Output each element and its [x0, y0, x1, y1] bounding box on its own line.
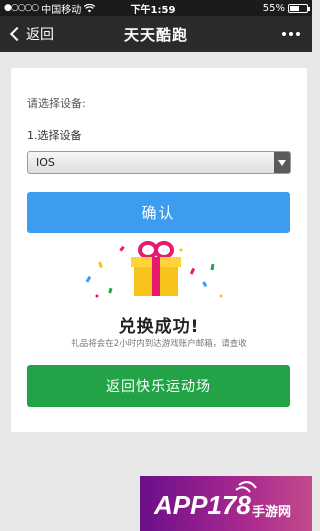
- page-title: 天天酷跑: [123, 25, 188, 44]
- back-label: 返回: [26, 27, 54, 43]
- chevron-left-icon: [9, 26, 25, 42]
- dropdown-arrow-icon: [274, 152, 290, 173]
- more-dots-icon: [296, 32, 300, 36]
- nav-bar: 返回 天天酷跑: [0, 16, 312, 52]
- status-left: ●○○○○ 中国移动: [4, 1, 114, 16]
- more-dots-icon: [282, 32, 286, 36]
- more-dots-icon: [289, 32, 293, 36]
- return-button[interactable]: 返回快乐运动场: [27, 365, 290, 407]
- more-button[interactable]: [232, 16, 312, 52]
- battery-fill: [290, 5, 299, 11]
- confirm-button[interactable]: 确认: [27, 192, 290, 233]
- success-title: 兑换成功!: [118, 317, 200, 337]
- device-select[interactable]: IOS: [27, 151, 291, 174]
- content-card: 请选择设备: 1.选择设备 IOS 确认 兑换成功! 礼品将会在2小时内到达游戏…: [11, 68, 307, 432]
- gift-box-icon: [85, 241, 223, 298]
- watermark-logo-image: APP178 手游网: [153, 481, 291, 520]
- watermark-logo: APP178 手游网: [140, 476, 312, 531]
- back-button[interactable]: 返回: [0, 16, 80, 52]
- status-time: 下午1:59: [130, 4, 176, 16]
- svg-text:手游网: 手游网: [252, 504, 291, 520]
- battery-icon: [288, 3, 310, 13]
- signal-strength-icon: ●○○○○: [4, 3, 39, 13]
- carrier-name: 中国移动: [41, 4, 82, 16]
- device-select-value: IOS: [36, 156, 55, 169]
- wifi-icon: [84, 3, 96, 12]
- status-right: 55%: [198, 2, 310, 14]
- success-note: 礼品将会在2小时内到达游戏账户邮箱，请查收: [71, 339, 247, 349]
- status-bar: ●○○○○ 中国移动 下午1:59 55%: [0, 0, 312, 16]
- battery-percent: 55%: [262, 2, 285, 14]
- svg-text:APP178: APP178: [153, 490, 251, 520]
- step-label: 1.选择设备: [27, 129, 82, 142]
- device-prompt: 请选择设备:: [27, 97, 86, 110]
